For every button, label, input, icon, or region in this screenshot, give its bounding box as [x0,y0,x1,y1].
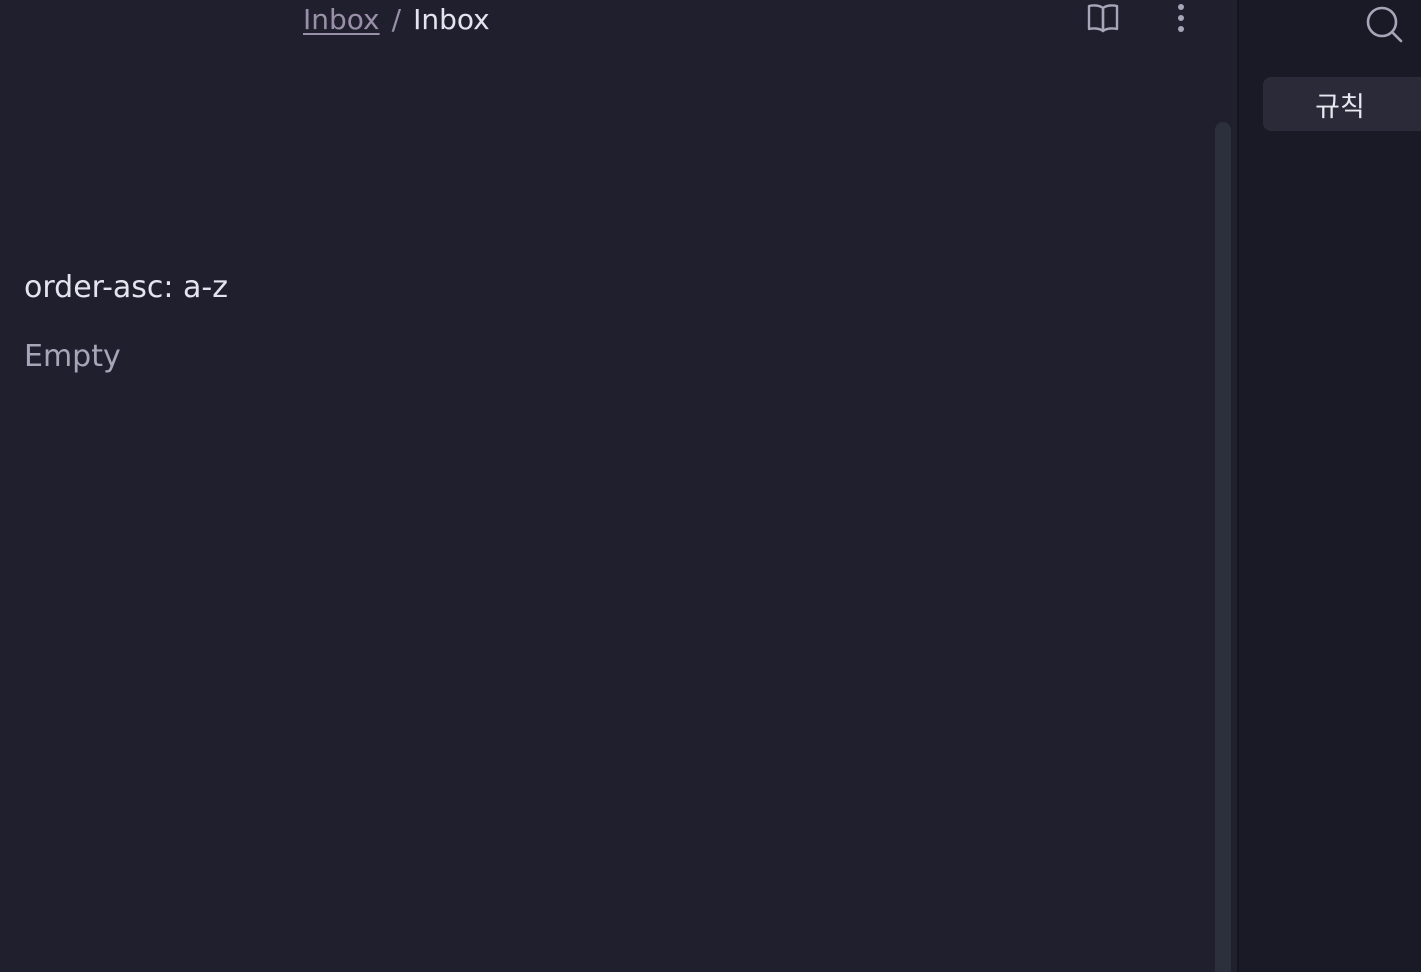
book-open-icon[interactable] [1084,0,1122,36]
editor-scrollbar[interactable] [1215,122,1231,972]
breadcrumb-current: Inbox [413,2,490,36]
empty-result-text: Empty [24,339,121,374]
tab-rules[interactable] [1263,77,1421,131]
main-editor-pane: Inbox / Inbox order-asc: a-z Empty [0,0,1238,972]
breadcrumb: Inbox / Inbox [303,0,490,38]
editor-content: order-asc: a-z Empty [24,266,1174,379]
query-line: order-asc: a-z [24,270,229,305]
more-vertical-icon[interactable] [1166,0,1196,36]
right-sidebar [1239,0,1421,972]
search-icon[interactable] [1364,4,1404,44]
app-window: Inbox / Inbox order-asc: a-z Empty 규칙 [0,0,1421,972]
breadcrumb-separator: / [391,2,402,36]
breadcrumb-parent-link[interactable]: Inbox [303,3,380,36]
